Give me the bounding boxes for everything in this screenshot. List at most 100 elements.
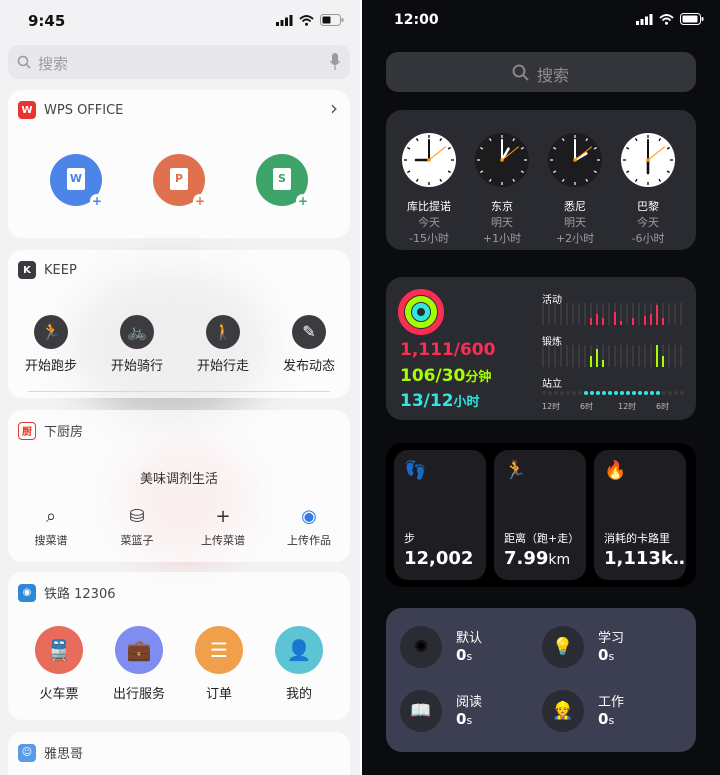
keep-action-button[interactable]: ✎ 发布动态 <box>269 315 349 374</box>
status-time: 9:45 <box>28 12 66 30</box>
clock-city: 东京 <box>491 200 513 213</box>
clock-face-icon <box>475 133 529 187</box>
search-bar[interactable]: 搜索 <box>8 45 350 79</box>
stand-hour-dot <box>542 391 546 395</box>
worker-icon: 👷 <box>542 690 584 732</box>
health-tile-label: 消耗的卡路里 <box>604 532 670 545</box>
focus-mode-name: 阅读 <box>456 695 483 710</box>
xiachufang-action-button[interactable]: ⛁ 菜篮子 <box>97 506 177 548</box>
chevron-right-icon[interactable]: › <box>330 96 338 120</box>
hourly-bar-fill <box>602 360 604 367</box>
ppt-doc-icon: P <box>170 168 188 190</box>
stand-hour-dot <box>668 391 672 395</box>
stand-hour-dot <box>560 391 564 395</box>
keep-header[interactable]: K KEEP <box>18 261 77 279</box>
world-clock[interactable]: 悉尼 明天 +2小时 <box>541 132 609 246</box>
hourly-bar <box>650 345 652 367</box>
keep-action-label: 发布动态 <box>282 359 335 374</box>
new-ppt-doc-button[interactable]: P + <box>153 154 207 208</box>
new-word-doc-button[interactable]: W + <box>50 154 104 208</box>
keep-action-button[interactable]: 🚶 开始行走 <box>183 315 263 374</box>
search-bar[interactable]: 搜索 <box>386 52 696 92</box>
xiachufang-action-label: 上传作品 <box>287 534 331 547</box>
hourly-bar <box>608 303 610 325</box>
running-icon: 🏃 <box>504 460 527 481</box>
yasi-title: 雅思哥 <box>44 747 84 762</box>
world-clock[interactable]: 东京 明天 +1小时 <box>468 132 536 246</box>
keep-action-icon: 🏃 <box>34 315 68 349</box>
hourly-bar <box>560 345 562 367</box>
search-placeholder: 搜索 <box>38 55 69 73</box>
hourly-bar-fill <box>614 311 616 325</box>
wifi-icon <box>299 14 314 26</box>
health-tile[interactable]: 🔥 消耗的卡路里 1,113k… <box>594 450 686 580</box>
health-tile[interactable]: 🏃 距离（跑+走） 7.99km <box>494 450 586 580</box>
xiachufang-action-button[interactable]: ◉ 上传作品 <box>269 506 349 548</box>
hourly-bar <box>680 303 682 325</box>
search-icon <box>17 55 31 69</box>
microphone-icon[interactable] <box>330 53 340 71</box>
rail-action-button[interactable]: 👤 我的 <box>259 626 339 702</box>
rail-header[interactable]: ◉ 铁路 12306 <box>18 583 116 602</box>
hourly-bar <box>608 345 610 367</box>
keep-action-button[interactable]: 🏃 开始跑步 <box>11 315 91 374</box>
status-icons <box>636 13 704 25</box>
keep-app-icon: K <box>18 261 36 279</box>
stand-hour-dot <box>548 391 552 395</box>
rail-action-button[interactable]: 🚆 火车票 <box>19 626 99 702</box>
focus-mode-item[interactable]: 💡 学习 0s <box>542 624 692 672</box>
stand-hour-dot <box>626 391 630 395</box>
sheet-doc-icon: S <box>273 168 291 190</box>
wps-header[interactable]: W WPS OFFICE <box>18 101 123 119</box>
stand-hour-dot <box>632 391 636 395</box>
clock-offset: +1小时 <box>482 232 522 245</box>
stand-hour-dot <box>662 391 666 395</box>
health-widget[interactable]: 👣 步 12,002 🏃 距离（跑+走） 7.99km 🔥 消耗的卡路里 1,113k… <box>386 443 696 587</box>
hourly-bar <box>638 345 640 367</box>
stand-hour-dot <box>638 391 642 395</box>
footprints-icon: 👣 <box>404 460 427 481</box>
health-tile[interactable]: 👣 步 12,002 <box>394 450 486 580</box>
world-clock-widget[interactable]: 库比提诺 今天 -15小时 东京 明天 +1小时 悉尼 明天 +2小时 巴黎 今天 -6小时 <box>386 110 696 250</box>
keep-action-button[interactable]: 🚲 开始骑行 <box>97 315 177 374</box>
xiachufang-header[interactable]: 厨 下厨房 <box>18 421 83 440</box>
health-tile-label: 步 <box>404 532 415 545</box>
focus-mode-item[interactable]: 📖 阅读 0s <box>400 688 550 736</box>
hourly-bar <box>668 345 670 367</box>
focus-mode-item[interactable]: ✺ 默认 0s <box>400 624 550 672</box>
yasi-header[interactable]: ☺ 雅思哥 <box>18 743 83 762</box>
hourly-bar <box>542 303 544 325</box>
hourly-bar <box>674 303 676 325</box>
focus-mode-value: 0s <box>456 710 473 728</box>
hourly-bar <box>566 345 568 367</box>
stand-hourly-chart <box>542 391 686 397</box>
hourly-bar-fill <box>632 318 634 325</box>
xiachufang-action-icon: ⌕ <box>45 506 57 527</box>
hourly-bar <box>584 345 586 367</box>
focus-widget[interactable]: ✺ 默认 0s 💡 学习 0s 📖 阅读 0s 👷 工作 0s <box>386 608 696 752</box>
activity-widget[interactable]: 1,111/600 106/30分钟 13/12小时 活动 锻炼 站立 12时 6… <box>386 277 696 420</box>
xiachufang-action-button[interactable]: ⌕ 搜菜谱 <box>11 506 91 548</box>
rail-action-button[interactable]: ☰ 订单 <box>179 626 259 702</box>
hourly-bar <box>674 345 676 367</box>
exercise-value: 106/30分钟 <box>400 366 492 386</box>
stand-hour-dot <box>566 391 570 395</box>
focus-mode-value: 0s <box>456 646 473 664</box>
lightbulb-icon: 💡 <box>542 626 584 668</box>
hourly-bar-fill <box>644 316 646 325</box>
light-phone-screen: 9:45 搜索 W WPS OFFICE › W + P + S + K KEEP 🏃… <box>0 0 360 775</box>
focus-mode-value: 0s <box>598 710 615 728</box>
health-tile-value: 12,002 <box>404 548 474 569</box>
clock-day: 明天 <box>564 216 586 229</box>
hourly-bar <box>560 303 562 325</box>
world-clock[interactable]: 巴黎 今天 -6小时 <box>614 132 682 246</box>
new-sheet-doc-button[interactable]: S + <box>256 154 310 208</box>
xiachufang-action-button[interactable]: + 上传菜谱 <box>183 506 263 548</box>
focus-mode-item[interactable]: 👷 工作 0s <box>542 688 692 736</box>
world-clock[interactable]: 库比提诺 今天 -15小时 <box>395 132 463 246</box>
activity-rings-icon <box>398 289 444 335</box>
rail-action-button[interactable]: 💼 出行服务 <box>99 626 179 702</box>
status-time: 12:00 <box>394 12 439 28</box>
status-bar: 9:45 <box>0 0 360 40</box>
hourly-bar <box>572 345 574 367</box>
